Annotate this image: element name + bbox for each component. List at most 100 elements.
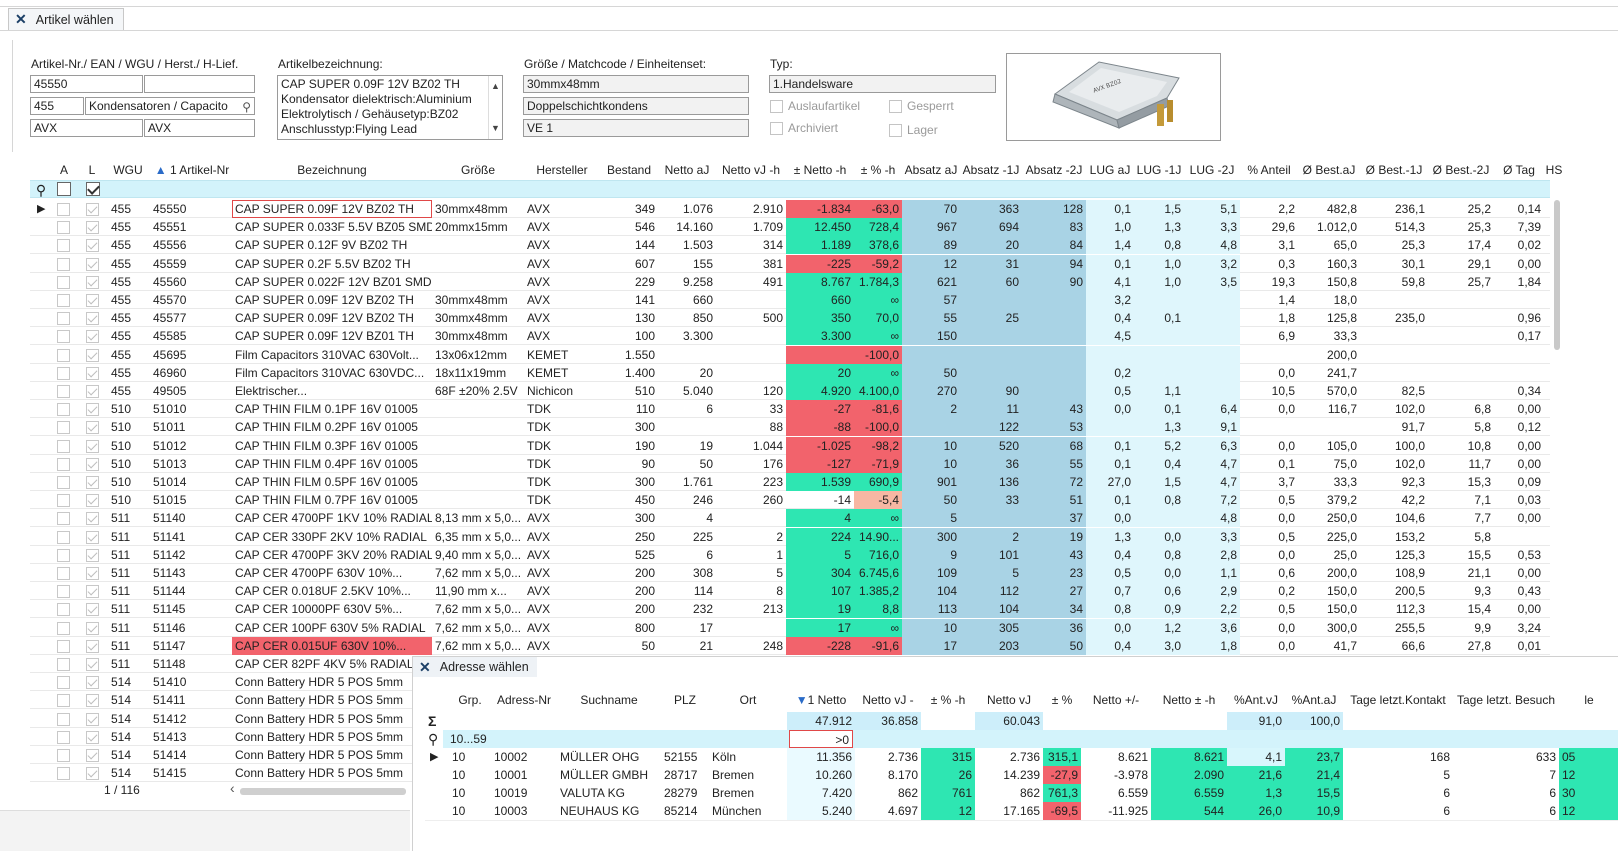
column-header-aaj[interactable]: %Ant.aJ [1285,690,1343,710]
checkbox-l[interactable] [86,421,99,434]
table-row[interactable]: 510 51014 CAP THIN FILM 0.5PF 16V 01005 TDK… [30,473,1550,491]
column-header-nr[interactable]: ▲ 1 Artikel-Nr [150,160,234,180]
column-header-a1[interactable]: Absatz -1J [960,160,1022,180]
chevron-down-icon[interactable]: ▼ [491,121,500,136]
filter-icon[interactable]: ⚲ [30,181,52,199]
table-row[interactable]: 511 51143 CAP CER 4700PF 630V 10%... 7,62 m… [30,564,1550,582]
checkbox-l[interactable] [86,476,99,489]
chevron-left-icon[interactable]: ‹ [230,780,235,796]
textarea-scrollbar[interactable]: ▲ ▼ [488,76,502,139]
column-header-l1[interactable]: LUG -1J [1134,160,1184,180]
table-row[interactable]: 455 45585 CAP SUPER 0.09F 12V BZ01 TH 30mmx… [30,327,1550,345]
column-header-ppct[interactable]: ± % -h [854,160,902,180]
filter-cell-grp[interactable]: 10...59 [447,730,491,748]
column-header-b1[interactable]: Ø Best.-1J [1360,160,1428,180]
checkbox-l[interactable] [86,458,99,471]
column-header-tk[interactable]: Tage letzt.Kontakt [1343,690,1453,710]
checkbox-a[interactable] [57,367,70,380]
checkbox-a[interactable] [57,294,70,307]
table-row[interactable]: 510 51010 CAP THIN FILM 0.1PF 16V 01005 TDK… [30,400,1550,418]
checkbox-l[interactable] [86,585,99,598]
column-header-b2[interactable]: Ø Best.-2J [1428,160,1494,180]
column-header-nvj[interactable]: Netto vJ - [855,690,921,710]
column-header-wgu[interactable]: WGU [108,160,148,180]
table-row[interactable]: 455 45570 CAP SUPER 0.09F 12V BZ02 TH 30mmx… [30,291,1550,309]
checkbox-l[interactable] [86,694,99,707]
checkbox-l[interactable] [86,567,99,580]
table-row[interactable]: 455 45577 CAP SUPER 0.09F 12V BZ02 TH 30mmx… [30,309,1550,327]
column-header-le[interactable]: le [1559,690,1618,710]
einheitenset-field[interactable]: VE 1 [523,119,749,137]
bezeichnung-textarea[interactable]: CAP SUPER 0.09F 12V BZ02 TH Kondensator … [277,75,503,140]
column-header-pmn[interactable]: ± Netto -h [786,160,854,180]
table-row[interactable]: ▶ 455 45550 CAP SUPER 0.09F 12V BZ02 TH 30mm… [30,200,1550,218]
checkbox-l[interactable] [86,640,99,653]
table-row[interactable]: 455 45559 CAP SUPER 0.2F 5.5V BZ02 TH AVX 60… [30,255,1550,273]
horizontal-scrollbar[interactable] [240,788,406,795]
close-icon[interactable]: ✕ [15,11,27,28]
checkbox-l[interactable] [86,276,99,289]
column-header-a[interactable]: A [52,160,76,180]
column-header-pant[interactable]: % Anteil [1240,160,1298,180]
checkbox-a[interactable] [57,676,70,689]
checkbox-l[interactable] [86,767,99,780]
filter-icon[interactable]: ⚲ [425,730,443,748]
column-header-best[interactable]: Bestand [600,160,658,180]
filter-cell-netto[interactable]: >0 [789,730,853,748]
checkbox-a[interactable] [57,258,70,271]
checkbox-l[interactable] [86,512,99,525]
groesse-field[interactable]: 30mmx48mm [523,75,749,93]
checkbox-a[interactable] [57,494,70,507]
checkbox-a[interactable] [57,476,70,489]
checkbox-l[interactable] [86,312,99,325]
table-row[interactable]: 510 51015 CAP THIN FILM 0.7PF 16V 01005 TDK… [30,491,1550,509]
checkbox-a[interactable] [57,531,70,544]
chevron-up-icon[interactable]: ▲ [491,79,500,94]
checkbox-l[interactable] [86,349,99,362]
checkbox-l[interactable] [86,403,99,416]
checkbox-l[interactable] [86,622,99,635]
table-row[interactable]: 510 51012 CAP THIN FILM 0.3PF 16V 01005 TDK… [30,437,1550,455]
lager-checkbox[interactable]: Lager [889,123,938,137]
checkbox-a[interactable] [57,767,70,780]
checkbox-a[interactable] [57,312,70,325]
checkbox-a[interactable] [57,640,70,653]
ean-field[interactable] [144,75,255,93]
table-row[interactable]: 511 51147 CAP CER 0.015UF 630V 10%... 7,62 … [30,637,1550,655]
table-row[interactable]: 455 46960 Film Capacitors 310VAC 630VDC...… [30,364,1550,382]
table-row[interactable]: 455 45556 CAP SUPER 0.12F 9V BZ02 TH AVX 144… [30,236,1550,254]
column-header-anr[interactable]: Adress-Nr [491,690,557,710]
matchcode-field[interactable]: Doppelschichtkondens [523,97,749,115]
checkbox-a[interactable] [57,403,70,416]
checkbox-a[interactable] [57,385,70,398]
column-header-a2[interactable]: Absatz -2J [1022,160,1086,180]
column-header-naj[interactable]: Netto aJ [658,160,716,180]
grid-scrollbar[interactable] [1552,180,1562,540]
checkbox-a[interactable] [57,239,70,252]
checkbox-l[interactable] [86,531,99,544]
column-header-bez[interactable]: Bezeichnung [232,160,432,180]
table-row[interactable]: 511 51141 CAP CER 330PF 2KV 10% RADIAL 6,35… [30,528,1550,546]
checkbox-a[interactable] [57,221,70,234]
wgu-field[interactable]: 455 [30,97,84,115]
typ-field[interactable]: 1.Handelsware [769,75,996,93]
checkbox-a[interactable] [57,567,70,580]
checkbox-a[interactable] [57,694,70,707]
column-header-npm[interactable]: Netto +/- [1081,690,1151,710]
checkbox-a[interactable] [57,585,70,598]
checkbox-a[interactable] [57,658,70,671]
checkbox-l[interactable] [86,494,99,507]
column-header-l2[interactable]: LUG -2J [1184,160,1240,180]
table-row[interactable]: 455 45551 CAP SUPER 0.033F 5.5V BZ05 SMD 20… [30,218,1550,236]
checkbox-a[interactable] [57,749,70,762]
checkbox-l[interactable] [86,603,99,616]
column-header-aaj[interactable]: Absatz aJ [902,160,960,180]
table-row[interactable]: 510 51011 CAP THIN FILM 0.2PF 16V 01005 TDK… [30,418,1550,436]
column-header-n[interactable]: ▼1 Netto [787,690,855,710]
close-icon[interactable]: ✕ [419,659,431,676]
checkbox-l[interactable] [86,731,99,744]
checkbox-a[interactable] [57,603,70,616]
checkbox-a[interactable] [57,458,70,471]
archiviert-checkbox[interactable]: Archiviert [770,121,838,135]
table-row[interactable]: 511 51142 CAP CER 4700PF 3KV 20% RADIAL 9,4… [30,546,1550,564]
